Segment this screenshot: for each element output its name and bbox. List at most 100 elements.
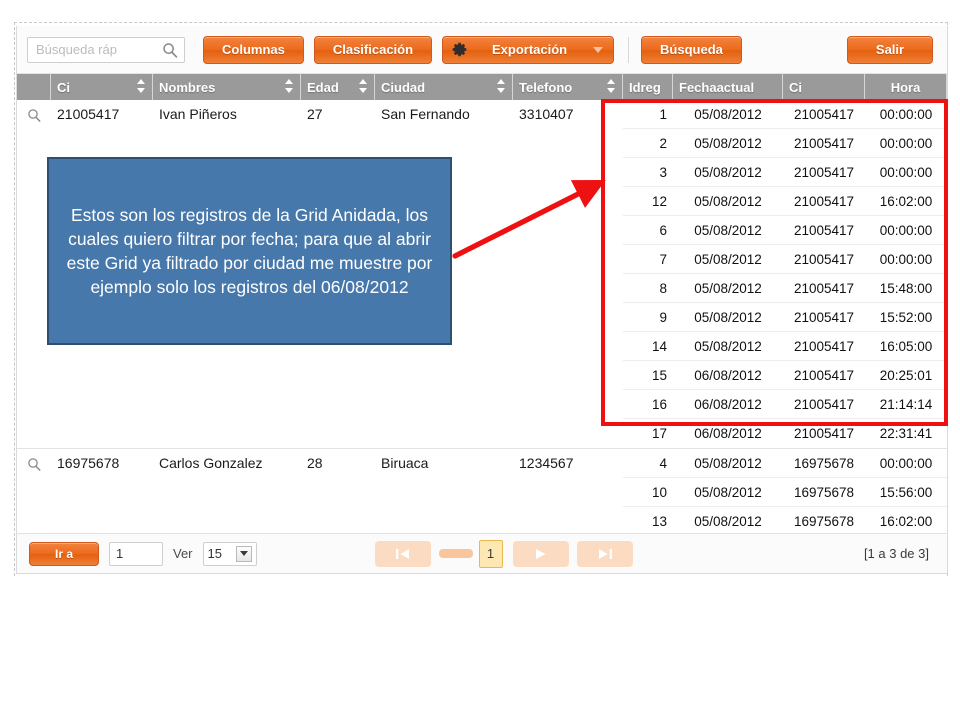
column-header-ci-nested[interactable]: Ci bbox=[783, 74, 865, 100]
nested-cell-fechaactual: 05/08/2012 bbox=[694, 135, 762, 151]
column-header-edad-label: Edad bbox=[307, 79, 339, 95]
column-header-fechaactual-label: Fechaactual bbox=[679, 79, 755, 95]
nested-cell-ci: 16975678 bbox=[793, 455, 855, 471]
nested-cell-ci: 21005417 bbox=[793, 106, 855, 122]
last-page-button[interactable] bbox=[576, 540, 633, 567]
column-header-edad[interactable]: Edad bbox=[301, 74, 375, 100]
current-page-indicator[interactable]: 1 bbox=[478, 539, 503, 568]
page-size-select[interactable]: 15 bbox=[202, 541, 257, 566]
nested-cell-ci: 21005417 bbox=[793, 222, 855, 238]
row-expand-button[interactable] bbox=[17, 106, 51, 123]
nested-row[interactable]: 10 05/08/2012 16975678 15:56:00 bbox=[623, 478, 947, 507]
nested-cell-fechaactual: 05/08/2012 bbox=[694, 106, 762, 122]
nested-cell-hora: 00:00:00 bbox=[879, 455, 933, 471]
cell-telefono: 3310407 bbox=[519, 106, 574, 122]
nested-row[interactable]: 16 06/08/2012 21005417 21:14:14 bbox=[623, 390, 947, 419]
nested-row[interactable]: 13 05/08/2012 16975678 16:02:00 bbox=[623, 507, 947, 536]
sort-icon[interactable] bbox=[496, 78, 506, 96]
table-row[interactable]: 16975678 Carlos Gonzalez 28 Biruaca 1234… bbox=[17, 449, 947, 537]
nested-cell-ci: 21005417 bbox=[793, 251, 855, 267]
column-header-nombres-label: Nombres bbox=[159, 79, 216, 95]
nested-row[interactable]: 12 05/08/2012 21005417 16:02:00 bbox=[623, 187, 947, 216]
column-header-nombres[interactable]: Nombres bbox=[153, 74, 301, 100]
nested-cell-ci: 21005417 bbox=[793, 338, 855, 354]
search-icon bbox=[162, 42, 178, 58]
nested-row[interactable]: 2 05/08/2012 21005417 00:00:00 bbox=[623, 129, 947, 158]
column-header-ciudad[interactable]: Ciudad bbox=[375, 74, 513, 100]
nested-cell-fechaactual: 05/08/2012 bbox=[694, 309, 762, 325]
nested-row[interactable]: 9 05/08/2012 21005417 15:52:00 bbox=[623, 303, 947, 332]
column-header-expander[interactable] bbox=[17, 74, 51, 100]
nested-cell-hora: 00:00:00 bbox=[879, 251, 933, 267]
cell-nombres: Carlos Gonzalez bbox=[159, 455, 263, 471]
salir-label: Salir bbox=[875, 42, 905, 57]
sort-icon[interactable] bbox=[136, 78, 146, 96]
row-expand-button[interactable] bbox=[17, 455, 51, 472]
nested-row[interactable]: 4 05/08/2012 16975678 00:00:00 bbox=[623, 449, 947, 478]
nested-row[interactable]: 17 06/08/2012 21005417 22:31:41 bbox=[623, 419, 947, 448]
clasificacion-button[interactable]: Clasificación bbox=[313, 35, 433, 64]
nested-cell-idreg: 1 bbox=[659, 106, 667, 122]
quick-search-box[interactable] bbox=[27, 36, 185, 63]
column-header-telefono[interactable]: Telefono bbox=[513, 74, 623, 100]
nested-cell-ci: 21005417 bbox=[793, 396, 855, 412]
sort-icon[interactable] bbox=[606, 78, 616, 96]
nested-cell-fechaactual: 06/08/2012 bbox=[694, 396, 762, 412]
column-header-fechaactual[interactable]: Fechaactual bbox=[673, 74, 783, 100]
sort-icon[interactable] bbox=[358, 78, 368, 96]
annotation-callout-text: Estos son los registros de la Grid Anida… bbox=[66, 204, 433, 298]
nested-cell-ci: 21005417 bbox=[793, 280, 855, 296]
nested-row[interactable]: 8 05/08/2012 21005417 15:48:00 bbox=[623, 274, 947, 303]
column-header-ci-nested-label: Ci bbox=[789, 79, 802, 95]
busqueda-label: Búsqueda bbox=[660, 42, 723, 57]
search-input[interactable] bbox=[34, 41, 162, 58]
current-page-label: 1 bbox=[486, 546, 495, 561]
nested-row[interactable]: 1 05/08/2012 21005417 00:00:00 bbox=[623, 100, 947, 129]
page-size-value: 15 bbox=[207, 546, 222, 561]
goto-page-button[interactable]: Ir a bbox=[29, 541, 99, 566]
column-header-ci[interactable]: Ci bbox=[51, 74, 153, 100]
prev-page-button[interactable] bbox=[438, 549, 473, 558]
nested-cell-idreg: 7 bbox=[659, 251, 667, 267]
sort-icon[interactable] bbox=[284, 78, 294, 96]
page-size-label: Ver bbox=[173, 546, 193, 561]
column-header-telefono-label: Telefono bbox=[519, 79, 573, 95]
page-number-input[interactable] bbox=[109, 541, 163, 566]
nested-cell-hora: 00:00:00 bbox=[879, 106, 933, 122]
clasificacion-label: Clasificación bbox=[332, 42, 414, 57]
nested-row[interactable]: 6 05/08/2012 21005417 00:00:00 bbox=[623, 216, 947, 245]
next-page-button[interactable] bbox=[512, 540, 569, 567]
nested-cell-fechaactual: 05/08/2012 bbox=[694, 251, 762, 267]
columnas-label: Columnas bbox=[222, 42, 285, 57]
goto-page-label: Ir a bbox=[54, 546, 73, 561]
nested-cell-hora: 16:05:00 bbox=[879, 338, 933, 354]
nested-row[interactable]: 15 06/08/2012 21005417 20:25:01 bbox=[623, 361, 947, 390]
nested-cell-hora: 16:02:00 bbox=[879, 193, 933, 209]
nested-cell-fechaactual: 05/08/2012 bbox=[694, 164, 762, 180]
nested-cell-fechaactual: 06/08/2012 bbox=[694, 367, 762, 383]
nested-cell-hora: 22:31:41 bbox=[879, 426, 933, 441]
gear-icon bbox=[451, 41, 468, 58]
salir-button[interactable]: Salir bbox=[847, 35, 933, 64]
nested-cell-hora: 15:56:00 bbox=[879, 484, 933, 500]
chevron-down-icon[interactable] bbox=[235, 545, 252, 562]
columnas-button[interactable]: Columnas bbox=[203, 35, 304, 64]
nested-cell-idreg: 14 bbox=[651, 338, 667, 354]
nested-cell-hora: 00:00:00 bbox=[879, 222, 933, 238]
cell-ciudad: Biruaca bbox=[381, 455, 429, 471]
nested-row[interactable]: 14 05/08/2012 21005417 16:05:00 bbox=[623, 332, 947, 361]
nested-cell-hora: 00:00:00 bbox=[879, 135, 933, 151]
nested-cell-idreg: 15 bbox=[651, 367, 667, 383]
nested-row[interactable]: 7 05/08/2012 21005417 00:00:00 bbox=[623, 245, 947, 274]
exportacion-button[interactable]: Exportación bbox=[442, 35, 615, 64]
grid-pager: Ir a Ver 15 1 bbox=[17, 533, 947, 573]
pagination-controls: 1 bbox=[374, 539, 641, 568]
nested-row[interactable]: 3 05/08/2012 21005417 00:00:00 bbox=[623, 158, 947, 187]
nested-cell-fechaactual: 05/08/2012 bbox=[694, 338, 762, 354]
nested-cell-fechaactual: 05/08/2012 bbox=[694, 514, 762, 529]
chevron-down-icon bbox=[593, 46, 604, 53]
busqueda-button[interactable]: Búsqueda bbox=[641, 35, 742, 64]
column-header-idreg[interactable]: Idreg bbox=[623, 74, 673, 100]
column-header-hora[interactable]: Hora bbox=[865, 74, 947, 100]
first-page-button[interactable] bbox=[374, 540, 431, 567]
